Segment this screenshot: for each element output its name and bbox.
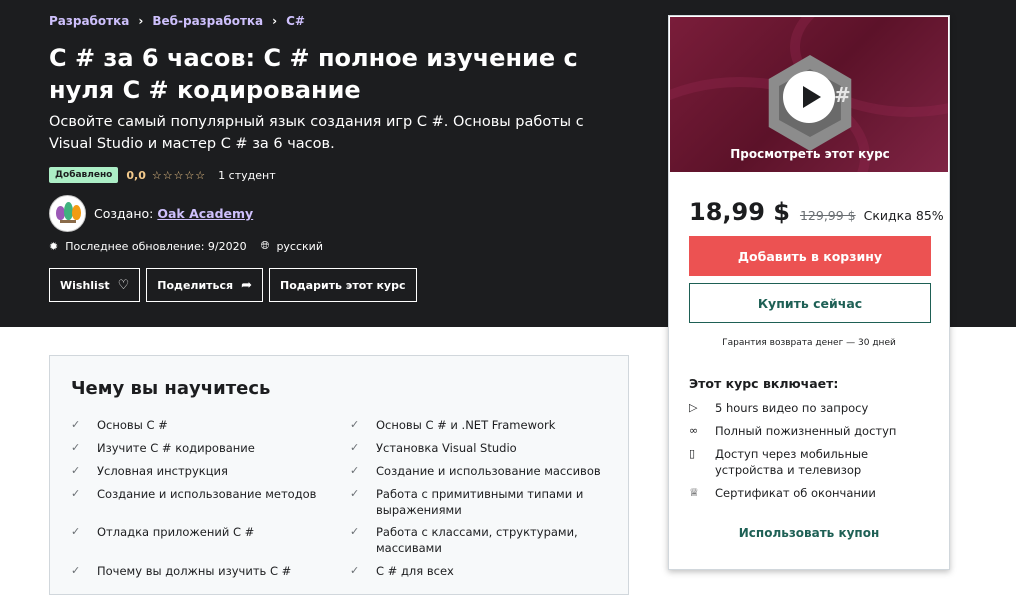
learn-item: ✓ Почему вы должны изучить C # bbox=[71, 563, 326, 586]
check-icon: ✓ bbox=[350, 487, 360, 500]
wishlist-button[interactable]: Wishlist ♡ bbox=[49, 268, 141, 302]
learn-item: ✓ Основы C # и .NET Framework bbox=[350, 417, 605, 440]
check-icon: ✓ bbox=[71, 525, 81, 538]
last-update: Последнее обновление: 9/2020 bbox=[65, 239, 247, 253]
learn-item: ✓ Установка Visual Studio bbox=[350, 440, 605, 463]
check-icon: ✓ bbox=[71, 418, 81, 431]
share-button[interactable]: Поделиться ➦ bbox=[146, 268, 263, 302]
learn-column-left: ✓ Основы C # ✓ Изучите C # кодирование ✓ Ус… bbox=[71, 417, 326, 586]
includes-list: ▷ 5 hours видео по запросу ∞ Полный пожи… bbox=[689, 400, 939, 508]
course-preview[interactable]: # Просмотреть этот курс bbox=[669, 16, 949, 173]
learn-item: ✓ Условная инструкция bbox=[71, 463, 326, 486]
original-price: 129,99 $ bbox=[799, 208, 856, 223]
gift-course-button[interactable]: Подарить этот курс bbox=[269, 268, 417, 302]
certificate-icon: ♕ bbox=[689, 486, 699, 499]
preview-label: Просмотреть этот курс bbox=[730, 147, 890, 161]
learn-item: ✓ Создание и использование методов bbox=[71, 486, 326, 524]
breadcrumb-separator: › bbox=[138, 14, 144, 28]
learn-item: ✓ Работа с примитивными типами и выражени… bbox=[350, 486, 605, 524]
created-by-label: Создано: bbox=[94, 206, 154, 221]
includes-title: Этот курс включает: bbox=[689, 376, 839, 391]
learn-title: Чему вы научитесь bbox=[71, 378, 271, 399]
check-icon: ✓ bbox=[350, 564, 360, 577]
breadcrumb-web-development[interactable]: Веб-разработка bbox=[152, 14, 263, 28]
money-back-guarantee: Гарантия возврата денег — 30 дней bbox=[722, 338, 896, 348]
action-buttons: Wishlist ♡ Поделиться ➦ Подарить этот ку… bbox=[49, 268, 417, 302]
check-icon: ✓ bbox=[71, 564, 81, 577]
rating-row: Добавлено 0,0 ☆☆☆☆☆ 1 студент bbox=[49, 167, 276, 183]
breadcrumb-development[interactable]: Разработка bbox=[49, 14, 129, 28]
check-icon: ✓ bbox=[71, 464, 81, 477]
course-language: русский bbox=[276, 239, 323, 253]
includes-item: ▯ Доступ через мобильные устройства и те… bbox=[689, 447, 869, 477]
globe-icon: 🌐︎ bbox=[260, 239, 270, 252]
learn-column-right: ✓ Основы C # и .NET Framework ✓ Установка … bbox=[350, 417, 605, 586]
what-you-will-learn: Чему вы научитесь ✓ Основы C # ✓ Изучите C… bbox=[49, 355, 629, 595]
check-icon: ✓ bbox=[71, 487, 81, 500]
infinity-icon: ∞ bbox=[689, 424, 699, 437]
alert-icon: ✹ bbox=[49, 239, 59, 253]
author-row: Создано: Oak Academy bbox=[49, 195, 253, 232]
share-label: Поделиться bbox=[157, 278, 234, 292]
learn-item: ✓ Отладка приложений C # bbox=[71, 524, 326, 563]
learn-item: ✓ Работа с классами, структурами, массива… bbox=[350, 524, 605, 563]
learn-item: ✓ Создание и использование массивов bbox=[350, 463, 605, 486]
course-title: C # за 6 часов: C # полное изучение с ну… bbox=[49, 44, 578, 104]
play-icon[interactable] bbox=[783, 71, 835, 123]
mobile-icon: ▯ bbox=[689, 447, 696, 460]
check-icon: ✓ bbox=[350, 525, 360, 538]
author-link[interactable]: Oak Academy bbox=[157, 206, 253, 221]
check-icon: ✓ bbox=[350, 441, 360, 454]
apply-coupon-link[interactable]: Использовать купон bbox=[669, 526, 949, 540]
breadcrumb-csharp[interactable]: C# bbox=[286, 14, 305, 28]
share-arrow-icon: ➦ bbox=[241, 277, 252, 293]
author-avatar[interactable] bbox=[49, 195, 86, 232]
learn-item: ✓ Основы C # bbox=[71, 417, 326, 440]
add-to-cart-button[interactable]: Добавить в корзину bbox=[689, 236, 931, 276]
purchase-sidebar: # Просмотреть этот курс 18,99 $ 129,99 $… bbox=[668, 15, 950, 570]
learn-item: ✓ C # для всех bbox=[350, 563, 605, 586]
breadcrumb-separator: › bbox=[272, 14, 278, 28]
check-icon: ✓ bbox=[350, 418, 360, 431]
wishlist-label: Wishlist bbox=[60, 278, 110, 292]
gift-label: Подарить этот курс bbox=[280, 278, 406, 292]
rating-stars-icon: ☆☆☆☆☆ bbox=[151, 168, 207, 182]
video-icon: ▷ bbox=[689, 401, 698, 414]
current-price: 18,99 $ bbox=[689, 198, 790, 226]
check-icon: ✓ bbox=[350, 464, 360, 477]
buy-now-button[interactable]: Купить сейчас bbox=[689, 283, 931, 323]
includes-item: ♕ Сертификат об окончании bbox=[689, 486, 876, 500]
student-count: 1 студент bbox=[218, 168, 276, 182]
course-subtitle: Освойте самый популярный язык создания и… bbox=[49, 114, 584, 152]
learn-item: ✓ Изучите C # кодирование bbox=[71, 440, 326, 463]
new-badge: Добавлено bbox=[49, 167, 119, 183]
price-row: 18,99 $ 129,99 $ Скидка 85% bbox=[689, 198, 944, 226]
heart-icon: ♡ bbox=[117, 277, 130, 293]
includes-item: ▷ 5 hours видео по запросу bbox=[689, 401, 869, 415]
rating-score: 0,0 bbox=[126, 168, 146, 182]
discount-label: Скидка 85% bbox=[863, 208, 944, 223]
meta-row: ✹ Последнее обновление: 9/2020 🌐︎ русски… bbox=[49, 239, 323, 253]
breadcrumb: Разработка › Веб-разработка › C# bbox=[49, 14, 305, 28]
includes-item: ∞ Полный пожизненный доступ bbox=[689, 424, 897, 438]
check-icon: ✓ bbox=[71, 441, 81, 454]
